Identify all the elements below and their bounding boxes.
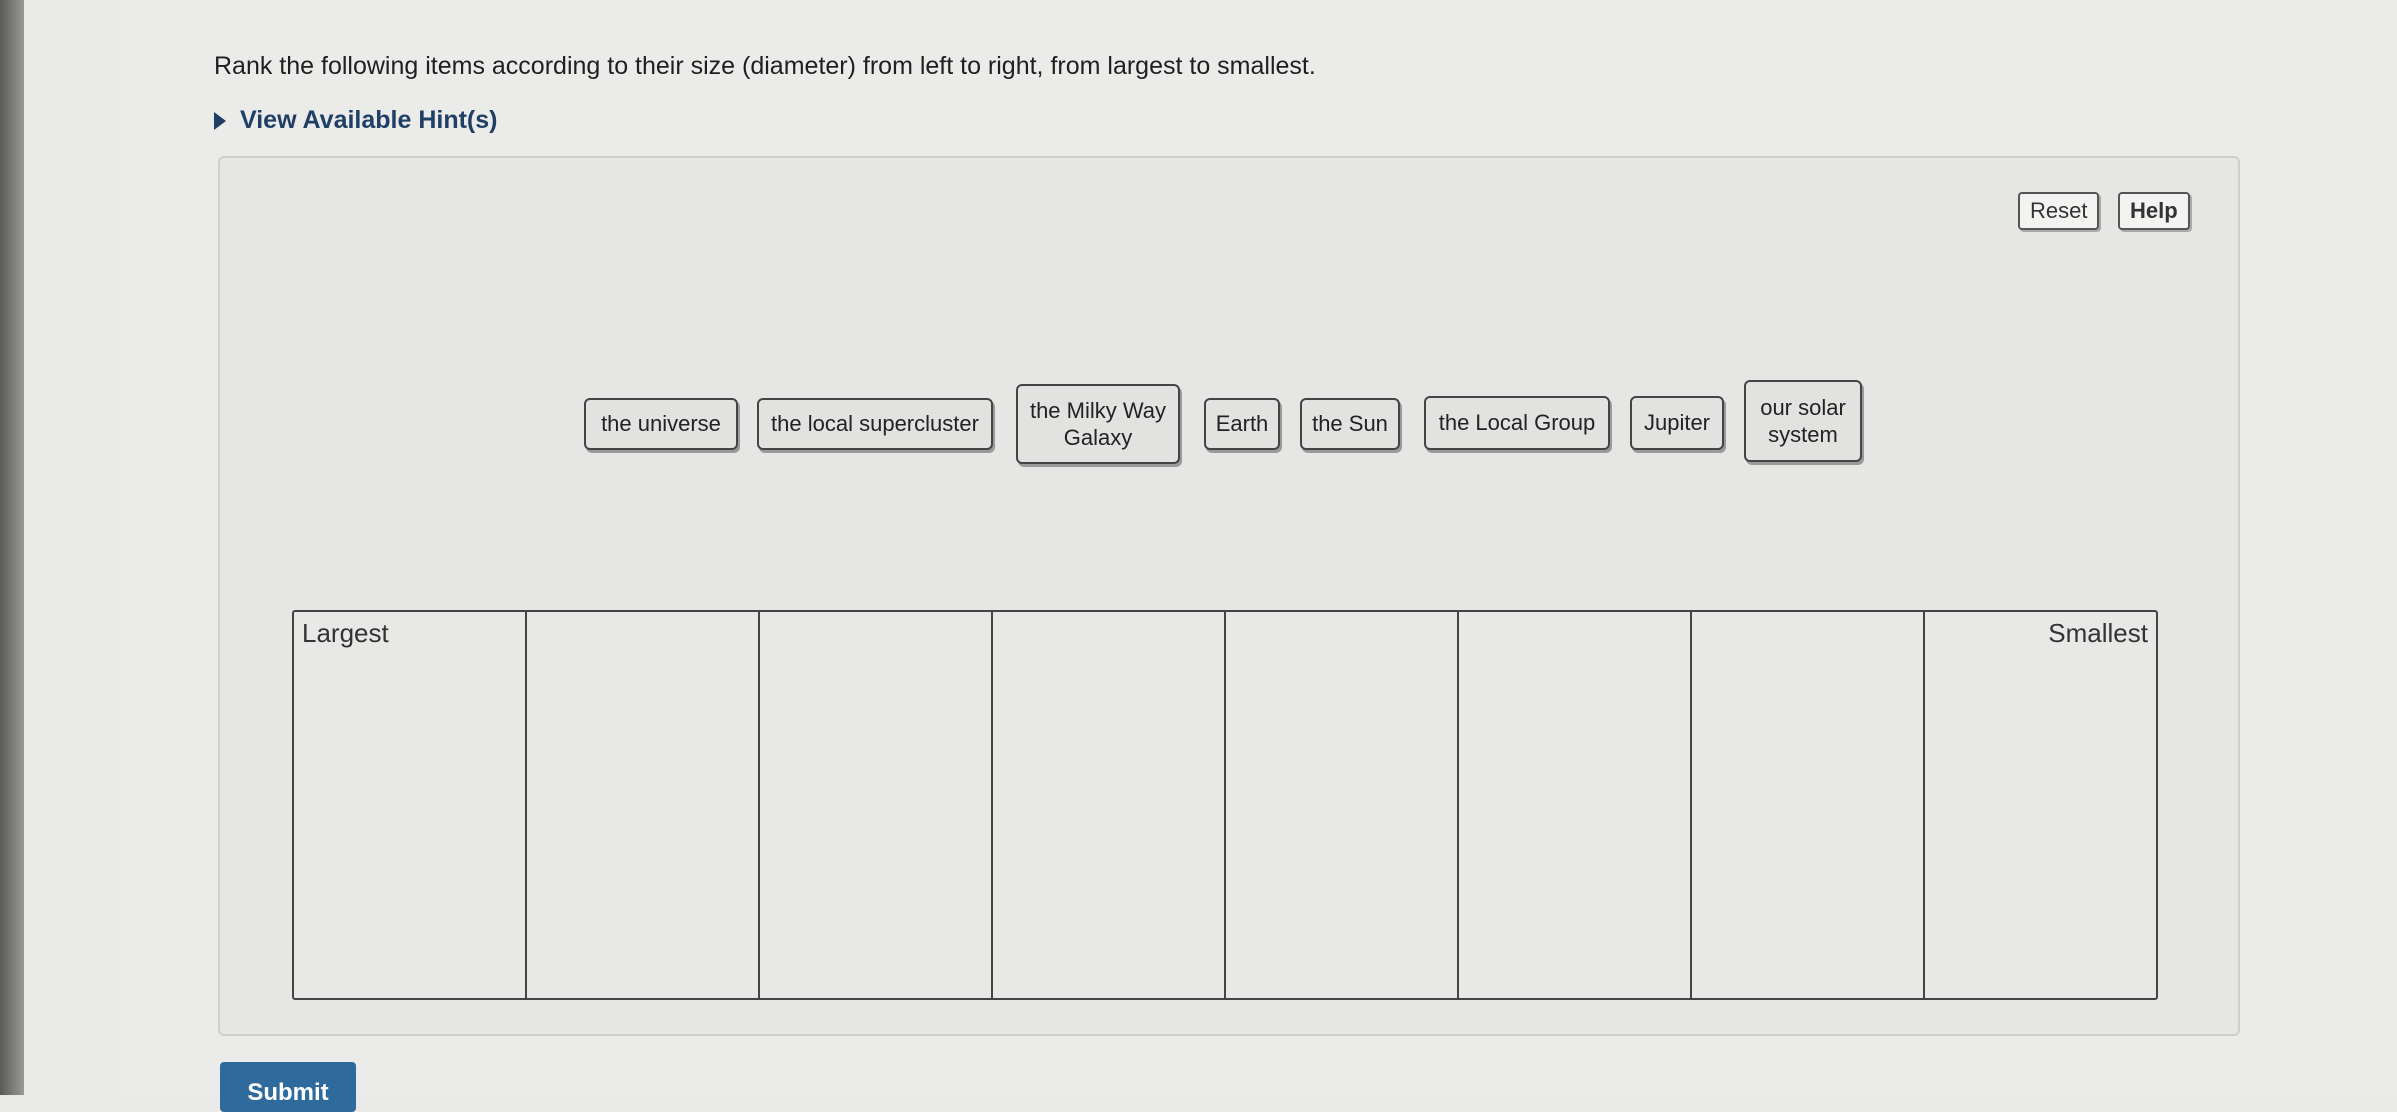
question-text: Rank the following items according to th… (214, 52, 1316, 80)
disclosure-triangle-icon (214, 111, 226, 130)
tile-the-universe[interactable]: the universe (584, 398, 738, 450)
tile-earth[interactable]: Earth (1204, 398, 1280, 450)
tile-milky-way-galaxy[interactable]: the Milky Way Galaxy (1016, 384, 1180, 464)
largest-label: Largest (302, 618, 389, 648)
ranking-slot-8[interactable]: Smallest (1925, 612, 2156, 998)
submit-button[interactable]: Submit (220, 1062, 356, 1112)
screen-edge (0, 0, 24, 1095)
tile-local-supercluster[interactable]: the local supercluster (757, 398, 993, 450)
tile-the-sun[interactable]: the Sun (1300, 398, 1400, 450)
ranking-slot-3[interactable] (760, 612, 993, 998)
tile-jupiter[interactable]: Jupiter (1630, 396, 1724, 450)
ranking-slot-6[interactable] (1459, 612, 1692, 998)
ranking-slot-7[interactable] (1692, 612, 1925, 998)
ranking-slot-1[interactable]: Largest (294, 612, 527, 998)
smallest-label: Smallest (2048, 618, 2148, 648)
tile-local-group[interactable]: the Local Group (1424, 396, 1610, 450)
tile-our-solar-system[interactable]: our solar system (1744, 380, 1862, 462)
reset-button[interactable]: Reset (2018, 192, 2100, 230)
ranking-slot-5[interactable] (1226, 612, 1459, 998)
view-hints-toggle[interactable]: View Available Hint(s) (214, 106, 497, 135)
ranking-grid: Largest Smallest (292, 610, 2158, 1000)
help-button[interactable]: Help (2118, 192, 2190, 230)
view-hints-label: View Available Hint(s) (240, 106, 498, 134)
ranking-slot-4[interactable] (993, 612, 1226, 998)
ranking-slot-2[interactable] (527, 612, 760, 998)
